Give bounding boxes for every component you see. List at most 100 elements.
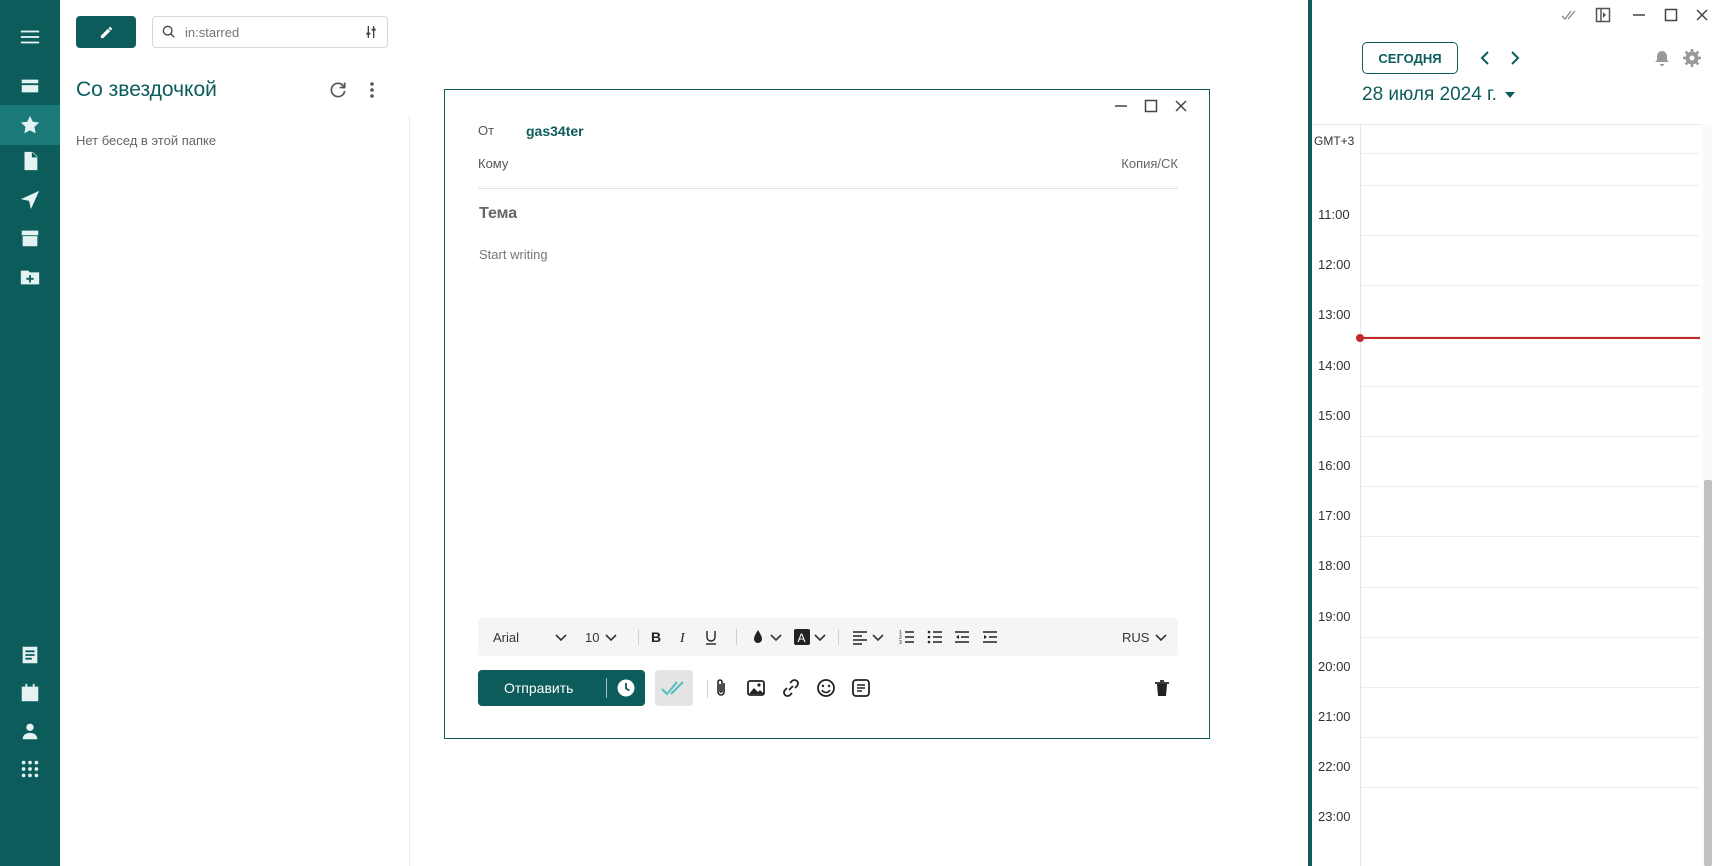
indent-icon[interactable] bbox=[982, 618, 998, 656]
numbered-list-icon[interactable]: 123 bbox=[899, 618, 915, 656]
underline-icon[interactable] bbox=[703, 618, 719, 656]
hour-label: 13:00 bbox=[1318, 307, 1351, 322]
search-input[interactable] bbox=[185, 24, 363, 40]
compose-close-icon[interactable] bbox=[1171, 96, 1191, 116]
refresh-icon[interactable] bbox=[328, 80, 348, 100]
svg-text:A: A bbox=[798, 631, 806, 645]
insert-image-icon[interactable] bbox=[744, 676, 768, 700]
chevron-down-icon bbox=[872, 634, 884, 642]
more-options-icon[interactable] bbox=[364, 80, 380, 100]
highlight-color-icon[interactable]: A bbox=[794, 618, 828, 656]
current-date: 28 июля 2024 г. bbox=[1362, 84, 1497, 105]
apps-grid-icon[interactable] bbox=[0, 749, 60, 789]
contacts-icon[interactable] bbox=[0, 711, 60, 751]
current-time-dot bbox=[1356, 334, 1364, 342]
template-icon[interactable] bbox=[849, 676, 873, 700]
compose-button[interactable] bbox=[76, 16, 136, 48]
archive-icon[interactable] bbox=[0, 218, 60, 258]
hour-gridline bbox=[1360, 637, 1700, 638]
folder-title: Со звездочкой bbox=[76, 78, 217, 101]
message-body[interactable]: Start writing bbox=[479, 247, 548, 262]
read-receipt-toggle[interactable] bbox=[655, 670, 693, 706]
attach-file-icon[interactable] bbox=[709, 676, 733, 700]
chevron-down-icon bbox=[770, 634, 782, 642]
hour-label: 22:00 bbox=[1318, 759, 1351, 774]
drafts-icon[interactable] bbox=[0, 141, 60, 181]
calendar-date-picker[interactable]: 28 июля 2024 г. bbox=[1362, 84, 1515, 106]
cc-bcc-link[interactable]: Копия/СК bbox=[1121, 156, 1178, 171]
mark-read-icon[interactable] bbox=[1558, 4, 1580, 26]
chevron-down-icon bbox=[814, 634, 826, 642]
left-rail bbox=[0, 0, 60, 866]
delete-draft-icon[interactable] bbox=[1150, 676, 1174, 700]
send-separator bbox=[606, 678, 607, 698]
hour-label: 12:00 bbox=[1318, 257, 1351, 272]
spellcheck-language-select[interactable]: RUS bbox=[1122, 618, 1169, 656]
hour-label: 23:00 bbox=[1318, 809, 1351, 824]
font-size-value: 10 bbox=[585, 629, 600, 645]
compose-minimize-icon[interactable] bbox=[1111, 96, 1131, 116]
hour-gridline bbox=[1360, 153, 1700, 154]
from-account[interactable]: gas34ter bbox=[526, 123, 584, 139]
hour-gridline bbox=[1360, 587, 1700, 588]
hour-label: 18:00 bbox=[1318, 558, 1351, 573]
today-button[interactable]: СЕГОДНЯ bbox=[1362, 42, 1458, 74]
bell-icon[interactable] bbox=[1652, 48, 1672, 68]
hour-gridline bbox=[1360, 737, 1700, 738]
compose-maximize-icon[interactable] bbox=[1141, 96, 1161, 116]
toggle-panel-icon[interactable] bbox=[1592, 4, 1614, 26]
search-box[interactable] bbox=[152, 16, 388, 48]
starred-icon[interactable] bbox=[0, 105, 60, 145]
calendar-icon[interactable] bbox=[0, 673, 60, 713]
hour-label: 15:00 bbox=[1318, 408, 1351, 423]
window-minimize-icon[interactable] bbox=[1628, 4, 1650, 26]
bullet-list-icon[interactable] bbox=[927, 618, 943, 656]
notes-icon[interactable] bbox=[0, 635, 60, 675]
schedule-send-clock-icon[interactable] bbox=[616, 678, 636, 698]
toolbar-separator bbox=[638, 629, 639, 645]
send-button[interactable]: Отправить bbox=[504, 680, 573, 696]
svg-text:B: B bbox=[651, 629, 661, 645]
send-button-group: Отправить bbox=[478, 670, 645, 706]
font-family-value: Arial bbox=[493, 629, 520, 645]
next-day-icon[interactable] bbox=[1505, 46, 1525, 70]
menu-icon[interactable] bbox=[0, 17, 60, 57]
current-time-line bbox=[1360, 337, 1700, 339]
gear-icon[interactable] bbox=[1682, 48, 1702, 68]
subject-field[interactable]: Тема bbox=[479, 205, 517, 223]
scrollbar-thumb[interactable] bbox=[1704, 480, 1712, 866]
toolbar-separator bbox=[736, 629, 737, 645]
font-size-select[interactable]: 10 bbox=[585, 618, 619, 656]
outdent-icon[interactable] bbox=[954, 618, 970, 656]
window-close-icon[interactable] bbox=[1691, 4, 1712, 26]
hour-gridline bbox=[1360, 185, 1700, 186]
hour-label: 20:00 bbox=[1318, 659, 1351, 674]
hour-gridline bbox=[1360, 235, 1700, 236]
sent-icon[interactable] bbox=[0, 180, 60, 220]
text-color-icon[interactable] bbox=[750, 618, 784, 656]
bold-icon[interactable]: B bbox=[648, 618, 664, 656]
new-folder-icon[interactable] bbox=[0, 257, 60, 297]
window-maximize-icon[interactable] bbox=[1660, 4, 1682, 26]
hour-gridline bbox=[1360, 486, 1700, 487]
double-check-icon bbox=[661, 681, 684, 696]
column-divider bbox=[409, 115, 410, 866]
font-family-select[interactable]: Arial bbox=[493, 618, 569, 656]
svg-text:I: I bbox=[679, 631, 686, 645]
hour-gridline bbox=[1360, 687, 1700, 688]
to-field[interactable]: Кому bbox=[478, 156, 508, 171]
insert-link-icon[interactable] bbox=[779, 676, 803, 700]
svg-text:3: 3 bbox=[899, 640, 902, 645]
inbox-icon[interactable] bbox=[0, 66, 60, 106]
header-divider bbox=[478, 188, 1178, 189]
calendar-panel: СЕГОДНЯ 28 июля 2024 г. GMT+3 11:00 12:00… bbox=[1312, 0, 1712, 866]
emoji-icon[interactable] bbox=[814, 676, 838, 700]
empty-folder-message: Нет бесед в этой папке bbox=[76, 133, 217, 148]
hour-label: 21:00 bbox=[1318, 709, 1351, 724]
toolbar-separator bbox=[707, 680, 708, 698]
align-left-icon[interactable] bbox=[852, 618, 886, 656]
italic-icon[interactable]: I bbox=[676, 618, 692, 656]
previous-day-icon[interactable] bbox=[1475, 46, 1495, 70]
filter-sliders-icon[interactable] bbox=[363, 24, 379, 40]
hour-label: 14:00 bbox=[1318, 358, 1351, 373]
